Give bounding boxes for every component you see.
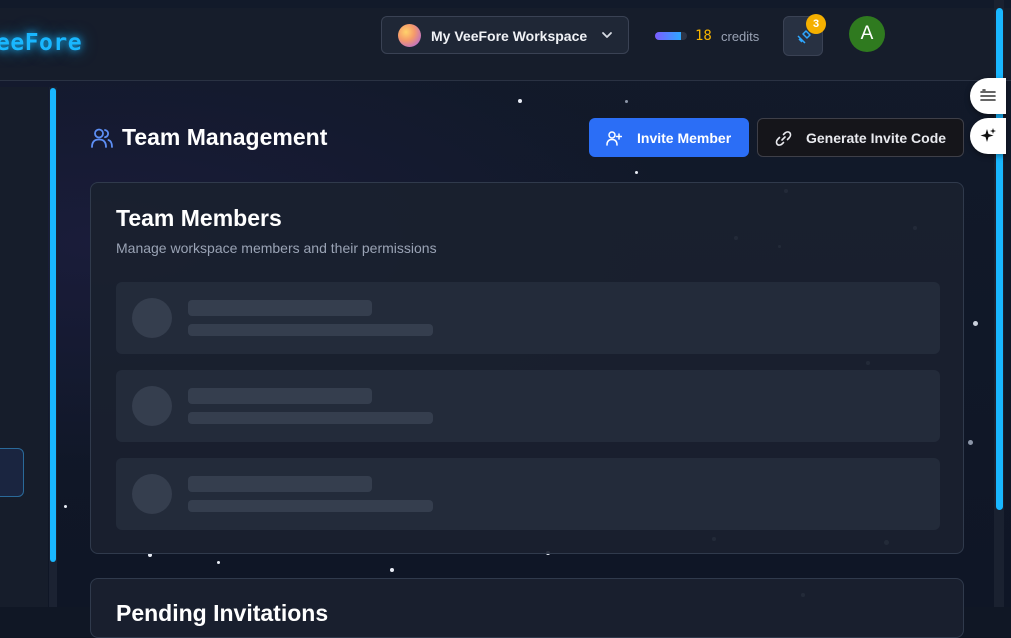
credits-progress-fill	[655, 32, 681, 40]
skeleton-line	[188, 388, 372, 404]
member-skeleton-row	[116, 370, 940, 442]
users-icon	[90, 127, 114, 154]
skeleton-line	[188, 324, 433, 336]
workspace-avatar-icon	[398, 24, 421, 47]
pending-invitations-title: Pending Invitations	[116, 600, 329, 626]
link-icon	[775, 131, 792, 146]
page-title: Team Management	[122, 124, 328, 150]
workspace-selector[interactable]: My VeeFore Workspace	[381, 16, 629, 54]
credits-count: 18	[695, 28, 712, 44]
sidebar-scrollbar-thumb[interactable]	[50, 88, 56, 562]
team-members-title: Team Members	[116, 205, 282, 231]
floating-menu-button[interactable]	[970, 78, 1006, 114]
generate-invite-code-button[interactable]: Generate Invite Code	[757, 118, 964, 157]
team-members-subtitle: Manage workspace members and their permi…	[116, 240, 437, 256]
skeleton-line	[188, 476, 372, 492]
skeleton-line	[188, 412, 433, 424]
chevron-down-icon	[600, 28, 614, 47]
sparkles-icon	[980, 128, 996, 142]
app-logo[interactable]: eeFore	[0, 30, 82, 56]
skeleton-avatar	[132, 474, 172, 514]
sidebar-card[interactable]	[0, 448, 24, 497]
team-members-card: Team Members Manage workspace members an…	[90, 182, 964, 554]
user-plus-icon	[606, 131, 622, 146]
sidebar	[0, 87, 48, 607]
pending-invitations-card: Pending Invitations	[90, 578, 964, 638]
skeleton-line	[188, 500, 433, 512]
floating-ai-button[interactable]	[970, 118, 1006, 154]
notification-badge: 3	[806, 14, 826, 34]
credits-progress-bar	[655, 32, 687, 40]
member-skeleton-row	[116, 458, 940, 530]
invite-member-button[interactable]: Invite Member	[589, 118, 749, 157]
list-icon	[980, 89, 996, 101]
skeleton-avatar	[132, 386, 172, 426]
credits-label: credits	[721, 29, 760, 44]
workspace-name: My VeeFore Workspace	[431, 28, 588, 44]
skeleton-avatar	[132, 298, 172, 338]
user-avatar[interactable]: A	[849, 16, 885, 52]
member-skeleton-row	[116, 282, 940, 354]
invite-member-label: Invite Member	[637, 130, 732, 146]
skeleton-line	[188, 300, 372, 316]
generate-invite-code-label: Generate Invite Code	[806, 130, 947, 146]
